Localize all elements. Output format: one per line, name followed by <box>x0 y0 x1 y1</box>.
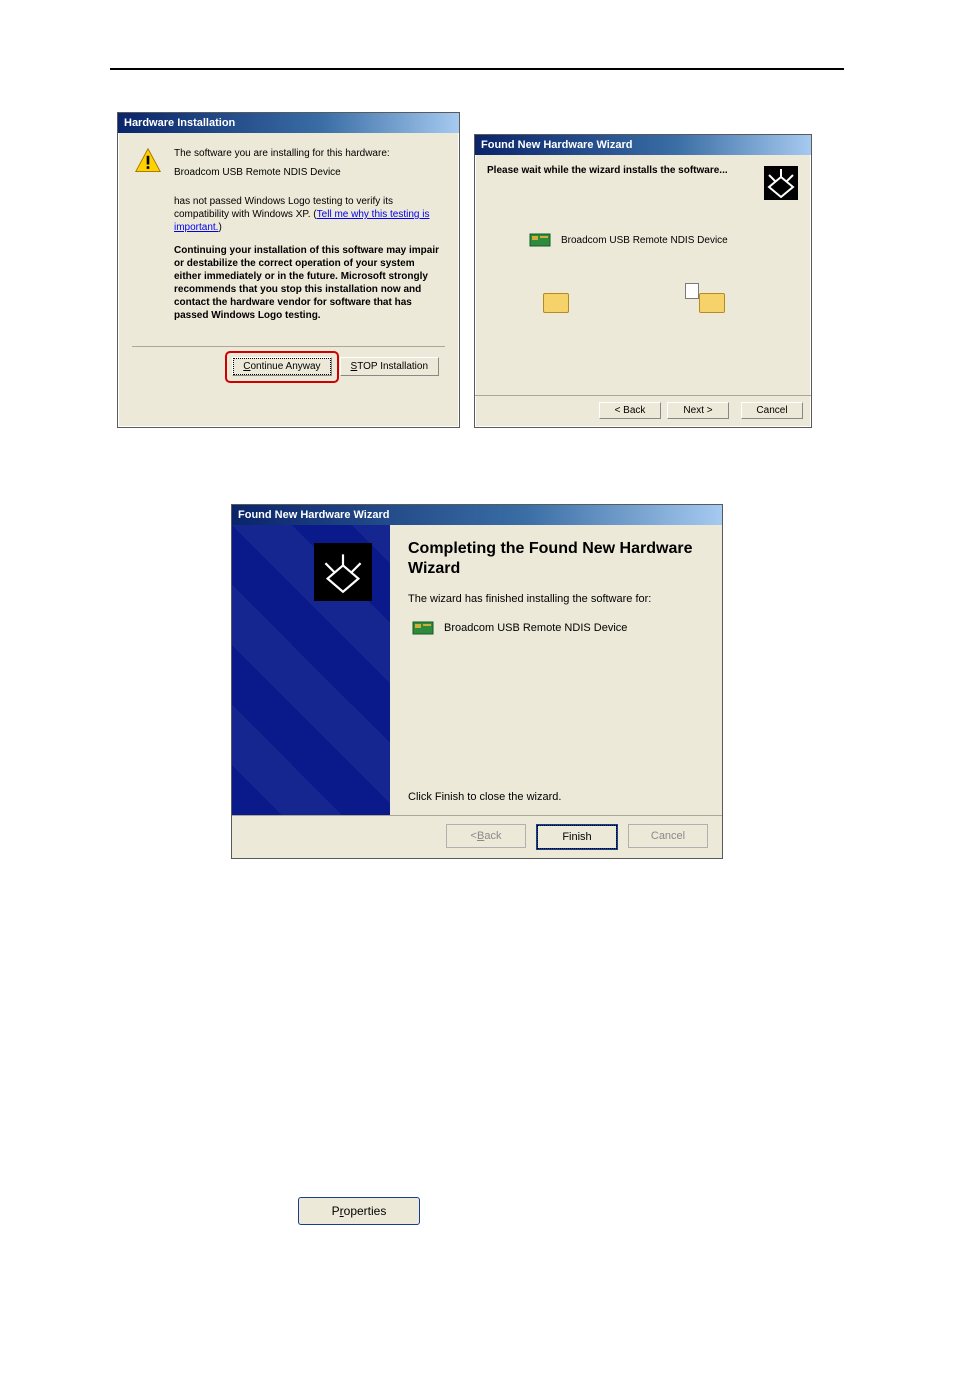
found-new-hardware-progress-dialog: Found New Hardware Wizard Please wait wh… <box>474 134 812 428</box>
wizard-sidebar <box>232 525 390 815</box>
intro-text: The software you are installing for this… <box>174 147 443 160</box>
continue-anyway-button[interactable]: Continue Anyway <box>232 357 331 376</box>
dialog-title: Hardware Installation <box>118 113 459 133</box>
folder-icon <box>543 293 569 313</box>
wizard-heading: Completing the Found New Hardware Wizard <box>408 539 704 579</box>
device-name: Broadcom USB Remote NDIS Device <box>174 166 443 179</box>
found-new-hardware-complete-dialog: Found New Hardware Wizard Completing the… <box>231 504 723 859</box>
separator <box>132 346 445 347</box>
finish-button[interactable]: Finish <box>536 824 618 850</box>
back-button: < Back <box>599 402 661 419</box>
file-icon <box>685 283 699 299</box>
device-name: Broadcom USB Remote NDIS Device <box>444 622 627 634</box>
network-card-icon <box>412 619 434 637</box>
network-card-icon <box>529 231 551 249</box>
properties-button[interactable]: Properties <box>298 1197 420 1225</box>
cancel-button: Cancel <box>628 824 708 848</box>
hardware-installation-dialog: Hardware Installation The software you a… <box>117 112 460 428</box>
close-instruction: Click Finish to close the wizard. <box>408 791 704 803</box>
finished-text: The wizard has finished installing the s… <box>408 593 704 605</box>
back-button: < Back <box>446 824 526 848</box>
hardware-icon <box>763 165 799 201</box>
dialog-title: Found New Hardware Wizard <box>475 135 811 155</box>
next-button: Next > <box>667 402 729 419</box>
header-rule <box>110 68 844 70</box>
stop-installation-button[interactable]: STOP Installation <box>340 357 439 376</box>
warning-icon <box>134 147 162 175</box>
hardware-icon <box>314 543 372 601</box>
copy-animation <box>543 283 799 323</box>
device-name: Broadcom USB Remote NDIS Device <box>561 235 728 246</box>
folder-icon <box>699 293 725 313</box>
dialog-title: Found New Hardware Wizard <box>232 505 722 525</box>
cancel-button: Cancel <box>741 402 803 419</box>
logo-test-text: has not passed Windows Logo testing to v… <box>174 195 443 234</box>
warning-text: Continuing your installation of this sof… <box>174 244 443 322</box>
please-wait-text: Please wait while the wizard installs th… <box>487 165 728 176</box>
